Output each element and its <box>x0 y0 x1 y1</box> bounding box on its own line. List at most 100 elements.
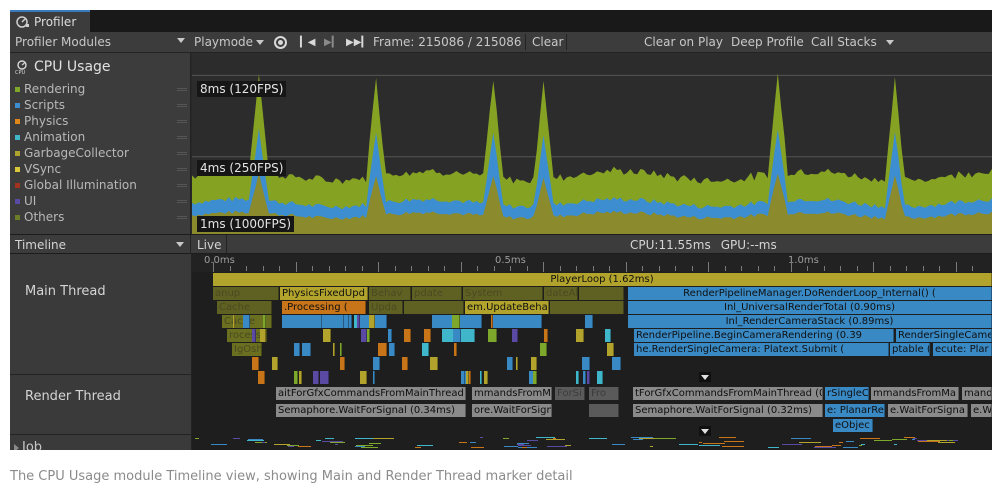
marker-sliver[interactable] <box>294 371 298 384</box>
marker-render-camera-stack[interactable]: Inl_RenderCameraStack (0.89ms) <box>628 315 992 328</box>
clear-on-play-button[interactable]: Clear on Play <box>644 32 723 52</box>
legend-item-vsync[interactable]: VSync <box>15 161 187 177</box>
marker-wait-gfx-2[interactable]: tForGfxCommandsFromMainThread (0 <box>633 387 823 400</box>
marker-wait-signal-3[interactable]: Semaphore.WaitForSignal (0.32ms) <box>633 404 823 417</box>
marker-sliver[interactable] <box>605 329 611 342</box>
drag-handle-icon[interactable] <box>177 184 187 187</box>
marker-sliver[interactable] <box>544 329 548 342</box>
marker-sliver[interactable] <box>260 329 266 342</box>
marker-sliver[interactable] <box>263 315 266 328</box>
marker-render-single-camera[interactable]: RenderSingleCamera <box>896 329 992 342</box>
legend-item-rendering[interactable]: Rendering <box>15 81 187 97</box>
marker-sliver[interactable] <box>402 357 408 370</box>
marker-sliver[interactable] <box>346 315 349 328</box>
marker-sliver[interactable] <box>587 371 590 384</box>
marker-sliver[interactable] <box>357 315 360 328</box>
marker-sliver[interactable] <box>468 329 475 342</box>
marker-sliver[interactable] <box>507 357 513 370</box>
marker-update-behaviour[interactable]: em.UpdateBehav <box>465 301 549 314</box>
marker-row2[interactable]: anup <box>213 287 279 300</box>
marker-sliver[interactable] <box>512 329 518 342</box>
collapse-render-thread-button[interactable] <box>699 426 711 436</box>
legend-item-scripts[interactable]: Scripts <box>15 97 187 113</box>
current-frame-button[interactable]: ▶▶▎ <box>346 32 369 52</box>
deep-profile-button[interactable]: Deep Profile <box>731 32 804 52</box>
marker-sliver[interactable] <box>252 329 256 342</box>
marker-row3[interactable] <box>404 301 464 314</box>
marker-sliver[interactable] <box>252 357 259 370</box>
marker-sliver[interactable] <box>454 343 457 356</box>
cpu-usage-chart[interactable]: 8ms (120FPS) 4ms (250FPS) 1ms (1000FPS) <box>192 53 992 234</box>
marker-wait-signal-2[interactable]: ore.WaitForSignal <box>472 404 552 417</box>
marker-row2[interactable] <box>579 287 624 300</box>
marker-sliver[interactable] <box>531 357 537 370</box>
main-thread-label[interactable]: Main Thread <box>25 284 106 299</box>
marker-begin-camera-rendering[interactable]: RenderPipeline.BeginCameraRendering (0.3… <box>634 329 894 342</box>
marker-sliver[interactable] <box>484 371 488 384</box>
marker-sliver[interactable] <box>373 357 380 370</box>
marker-sliver[interactable] <box>422 343 429 356</box>
profiler-modules-dropdown[interactable]: Profiler Modules <box>10 32 191 52</box>
marker-row2[interactable]: Behav <box>369 287 411 300</box>
marker-execute-tail[interactable]: ecute: Plar <box>933 343 992 356</box>
legend-item-others[interactable]: Others <box>15 209 187 225</box>
marker-sliver[interactable] <box>469 371 471 384</box>
drag-handle-icon[interactable] <box>177 168 187 171</box>
call-stacks-button[interactable]: Call Stacks <box>811 32 877 52</box>
marker-row2[interactable]: pdate <box>412 287 462 300</box>
marker-sliver[interactable] <box>378 343 387 356</box>
marker-sliver[interactable] <box>597 371 603 384</box>
marker-sliver[interactable] <box>424 329 431 342</box>
marker-row2[interactable]: System <box>463 287 543 300</box>
marker-sliver[interactable] <box>388 329 392 342</box>
marker-wait-signal-tail[interactable]: e.Wait <box>971 404 992 417</box>
marker-row4-script[interactable] <box>492 315 542 328</box>
view-mode-dropdown[interactable]: Timeline <box>10 235 191 254</box>
marker-render-ghost[interactable] <box>589 404 619 417</box>
marker-sliver[interactable] <box>294 343 300 356</box>
marker-player-loop[interactable]: PlayerLoop (1.62ms) <box>213 273 992 286</box>
time-ruler[interactable]: 0.0ms 0.5ms 1.0ms <box>192 254 992 272</box>
marker-command-tail[interactable]: mand <box>962 387 992 400</box>
drag-handle-icon[interactable] <box>177 216 187 219</box>
marker-sliver[interactable] <box>243 315 250 328</box>
marker-sliver[interactable] <box>373 371 375 384</box>
drag-handle-icon[interactable] <box>177 120 187 123</box>
marker-sliver[interactable] <box>338 315 344 328</box>
marker-commands-1[interactable]: mmandsFromMai <box>472 387 552 400</box>
marker-sliver[interactable] <box>462 371 465 384</box>
playmode-dropdown[interactable]: Playmode <box>194 32 265 52</box>
marker-row3[interactable]: Cache <box>217 301 272 314</box>
marker-sliver[interactable] <box>576 371 579 384</box>
marker-sliver[interactable] <box>540 343 547 356</box>
drag-handle-icon[interactable] <box>177 88 187 91</box>
marker-sliver[interactable] <box>404 329 411 342</box>
marker-sliver[interactable] <box>340 343 342 356</box>
marker-sliver[interactable] <box>452 315 460 328</box>
marker-sliver[interactable] <box>585 315 593 328</box>
marker-sliver[interactable] <box>491 315 493 328</box>
marker-render-ghost[interactable]: Fro <box>589 387 619 400</box>
marker-sliver[interactable] <box>612 357 621 370</box>
marker-processing[interactable]: .Processing ( <box>282 301 366 314</box>
marker-single-cam[interactable]: rSingleCam <box>825 387 869 400</box>
marker-row2[interactable]: dateAl <box>544 287 578 300</box>
marker-wait-signal-4[interactable]: e.WaitForSigna <box>888 404 968 417</box>
drag-handle-icon[interactable] <box>177 152 187 155</box>
legend-item-ui[interactable]: UI <box>15 193 187 209</box>
call-stacks-dropdown[interactable] <box>886 32 894 52</box>
marker-sliver[interactable] <box>516 357 518 370</box>
marker-sliver[interactable] <box>272 357 278 370</box>
marker-sliver[interactable] <box>361 329 367 342</box>
marker-planar-re[interactable]: e: PlanarRe <box>825 404 885 417</box>
live-toggle[interactable]: Live <box>195 235 227 254</box>
marker-sliver[interactable] <box>576 329 584 342</box>
marker-commands-2[interactable]: mmandsFromMa <box>871 387 959 400</box>
marker-sliver[interactable] <box>582 357 590 370</box>
legend-item-animation[interactable]: Animation <box>15 129 187 145</box>
job-thread-group[interactable]: Job <box>14 440 42 450</box>
marker-sliver[interactable] <box>369 315 375 328</box>
job-thread-strip[interactable] <box>192 437 992 450</box>
marker-wait-signal-1[interactable]: Semaphore.WaitForSignal (0.34ms) <box>276 404 466 417</box>
marker-sliver[interactable] <box>258 371 265 384</box>
